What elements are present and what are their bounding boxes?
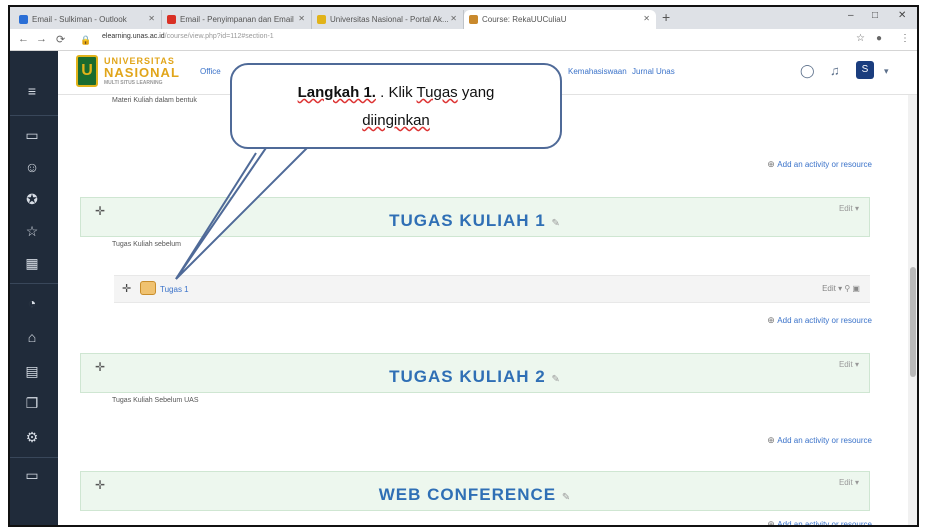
chevron-down-icon[interactable]: ▾: [884, 66, 889, 77]
nav-link-jurnal-unas[interactable]: Jurnal Unas: [632, 67, 675, 76]
calendar-icon[interactable]: ▤: [22, 361, 42, 381]
new-tab-button[interactable]: +: [662, 9, 670, 25]
profile-icon[interactable]: ●: [876, 33, 882, 44]
add-activity-link[interactable]: ⊕ Add an activity or resource: [767, 315, 872, 326]
sidebar-divider: [10, 457, 58, 458]
reload-icon[interactable]: ⟳: [56, 33, 65, 46]
instruction-callout: Langkah 1. . Klik Tugas yang diinginkan: [230, 63, 562, 149]
edit-menu[interactable]: Edit ▾: [839, 204, 859, 213]
plus-circle-icon: ⊕: [767, 519, 778, 527]
participants-icon[interactable]: ☺: [22, 157, 42, 177]
address-bar: ← → ⟳ 🔒 elearning.unas.ac.id/course/view…: [10, 29, 917, 51]
university-logo[interactable]: U: [76, 55, 98, 87]
bookmark-star-icon[interactable]: ☆: [856, 33, 865, 44]
section-summary-text: Tugas Kuliah sebelum: [112, 241, 182, 248]
maximize-button[interactable]: □: [872, 10, 878, 21]
section-title[interactable]: TUGAS KULIAH 1 ✎: [81, 211, 869, 231]
nav-link-kemahasiswaan[interactable]: Kemahasiswaan: [568, 67, 627, 76]
callout-step-label: Langkah 1.: [297, 84, 376, 101]
section-summary-text: Tugas Kuliah Sebelum UAS: [112, 397, 199, 404]
menu-dots-icon[interactable]: ⋮: [900, 33, 910, 44]
browser-tab-bar: Email - Sulkiman - Outlook ✕ Email - Pen…: [10, 7, 917, 29]
forward-icon[interactable]: →: [36, 33, 47, 45]
course-content: Materi Kuliah dalam bentuk ⊕ Add an acti…: [58, 95, 908, 527]
activity-row-tugas-1[interactable]: ✛ Tugas 1 Edit ▾ ⚲ ▣: [114, 275, 870, 303]
add-activity-link[interactable]: ⊕ Add an activity or resource: [767, 519, 872, 527]
tab-unas-portal[interactable]: Universitas Nasional - Portal Ak... ✕: [312, 10, 464, 29]
moodle-icon: [469, 15, 478, 24]
activity-link[interactable]: Tugas 1: [160, 285, 189, 294]
section-title[interactable]: TUGAS KULIAH 2 ✎: [81, 367, 869, 387]
callout-text: Langkah 1. . Klik Tugas yang diinginkan: [297, 84, 495, 129]
activity-edit-menu[interactable]: Edit ▾ ⚲ ▣: [822, 284, 860, 293]
minimize-button[interactable]: –: [848, 10, 854, 21]
url-field[interactable]: elearning.unas.ac.id/course/view.php?id=…: [102, 33, 274, 40]
competencies-icon[interactable]: ☆: [22, 221, 42, 241]
assignment-icon: [140, 281, 156, 295]
grades-icon[interactable]: ▦: [22, 253, 42, 273]
left-sidebar: ≡ ▭ ☺ ✪ ☆ ▦ ◔ ⌂ ▤ ❐ ⚙ ▭: [10, 51, 58, 525]
edit-menu[interactable]: Edit ▾: [839, 478, 859, 487]
dashboard-icon[interactable]: ◔: [22, 293, 42, 313]
scrollbar-thumb[interactable]: [910, 267, 916, 377]
lock-icon: 🔒: [80, 35, 92, 45]
tab-outlook[interactable]: Email - Sulkiman - Outlook ✕: [14, 10, 162, 29]
back-icon[interactable]: ←: [18, 33, 29, 45]
files-icon[interactable]: ❐: [22, 393, 42, 413]
avatar[interactable]: S: [856, 61, 874, 79]
section-header-tugas-kuliah-2: ✛ TUGAS KULIAH 2 ✎ Edit ▾: [80, 353, 870, 393]
tab-course[interactable]: Course: RekaUUCuliaU ✕: [464, 10, 656, 29]
unas-icon: [317, 15, 326, 24]
messages-icon[interactable]: ◯: [800, 63, 815, 79]
sidebar-divider: [10, 115, 58, 116]
outlook-icon: [19, 15, 28, 24]
plus-circle-icon: ⊕: [767, 435, 778, 445]
sidebar-divider: [10, 283, 58, 284]
close-icon[interactable]: ✕: [450, 14, 457, 23]
badges-icon[interactable]: ✪: [22, 189, 42, 209]
notifications-bell-icon[interactable]: ♫: [830, 63, 840, 78]
nav-link-office[interactable]: Office: [200, 67, 221, 76]
university-name: UNIVERSITAS NASIONAL MULTI SITUS LEARNIN…: [104, 56, 180, 86]
close-icon[interactable]: ✕: [298, 14, 305, 23]
pencil-icon[interactable]: ✎: [551, 218, 560, 229]
section-summary-text: Materi Kuliah dalam bentuk: [112, 97, 197, 104]
add-activity-link[interactable]: ⊕ Add an activity or resource: [767, 159, 872, 170]
section-header-tugas-kuliah-1: ✛ TUGAS KULIAH 1 ✎ Edit ▾: [80, 197, 870, 237]
close-window-button[interactable]: ✕: [898, 10, 906, 21]
gmail-icon: [167, 15, 176, 24]
home-icon[interactable]: ⌂: [22, 327, 42, 347]
pencil-icon[interactable]: ✎: [562, 492, 571, 503]
close-icon[interactable]: ✕: [643, 14, 650, 23]
gear-icon[interactable]: ⚙: [22, 427, 42, 447]
move-icon[interactable]: ✛: [122, 282, 131, 295]
screenshot-frame: Email - Sulkiman - Outlook ✕ Email - Pen…: [8, 5, 919, 527]
close-icon[interactable]: ✕: [148, 14, 155, 23]
plus-circle-icon: ⊕: [767, 159, 778, 169]
section-title[interactable]: WEB CONFERENCE ✎: [81, 485, 869, 505]
edit-menu[interactable]: Edit ▾: [839, 360, 859, 369]
tab-gmail[interactable]: Email - Penyimpanan dan Email ✕: [162, 10, 312, 29]
add-activity-link[interactable]: ⊕ Add an activity or resource: [767, 435, 872, 446]
folder-icon[interactable]: ▭: [22, 125, 42, 145]
section-header-web-conference: ✛ WEB CONFERENCE ✎ Edit ▾: [80, 471, 870, 511]
courses-folder-icon[interactable]: ▭: [22, 465, 42, 485]
plus-circle-icon: ⊕: [767, 315, 778, 325]
pencil-icon[interactable]: ✎: [551, 374, 560, 385]
hamburger-menu-icon[interactable]: ≡: [22, 81, 42, 101]
